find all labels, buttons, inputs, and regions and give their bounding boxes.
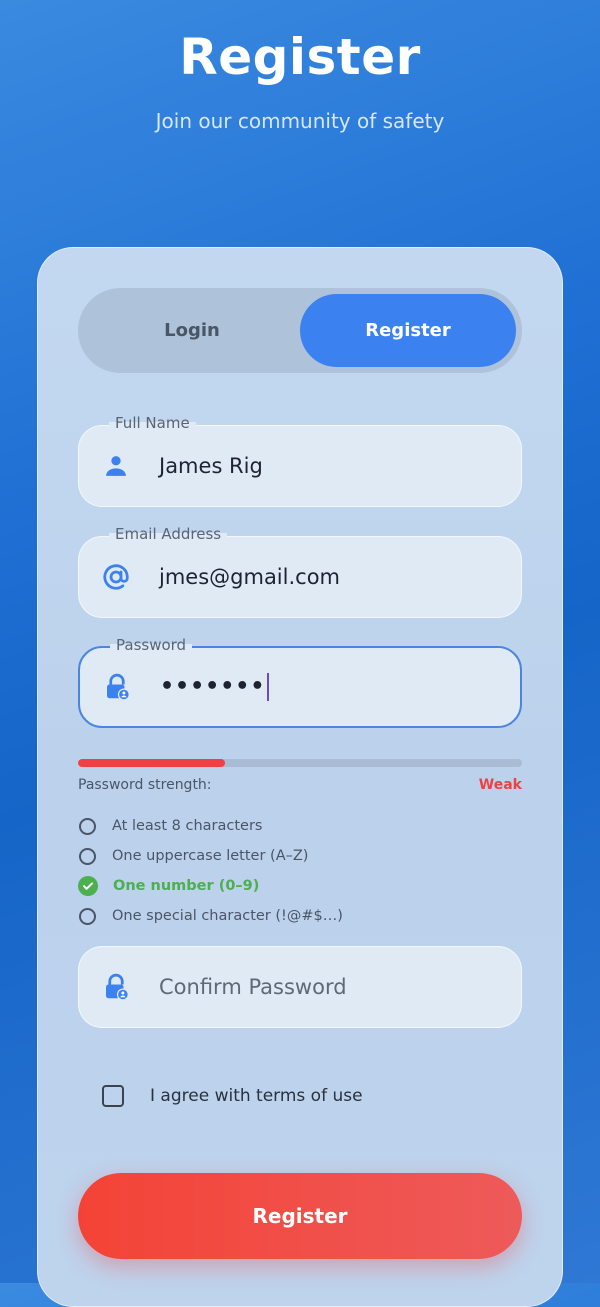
text-caret (267, 673, 270, 701)
check-circle-icon (78, 876, 98, 896)
tab-login[interactable]: Login (84, 294, 300, 367)
lock-icon (102, 672, 132, 702)
at-icon (101, 562, 131, 592)
confirm-password-field[interactable]: Confirm Password (78, 946, 522, 1028)
terms-agreement[interactable]: I agree with terms of use (102, 1085, 363, 1107)
page-title: Register (179, 28, 421, 86)
full-name-value: James Rig (159, 454, 263, 478)
requirement-item: One number (0–9) (78, 875, 259, 897)
unchecked-circle-icon (79, 847, 96, 865)
terms-label: I agree with terms of use (150, 1086, 363, 1106)
password-field[interactable]: Password ••••••• (78, 636, 522, 728)
email-field[interactable]: Email Address jmes@gmail.com (78, 525, 522, 618)
email-value: jmes@gmail.com (159, 565, 341, 589)
terms-checkbox[interactable] (102, 1085, 124, 1107)
requirement-label: One number (0–9) (113, 878, 260, 894)
register-submit-button[interactable]: Register (78, 1173, 522, 1259)
requirement-item: One special character (!@#$…) (78, 905, 343, 927)
requirement-item: At least 8 characters (78, 815, 262, 837)
email-label: Email Address (109, 525, 228, 543)
password-strength-fill (78, 759, 225, 767)
password-strength-value: Weak (478, 777, 522, 793)
requirement-label: At least 8 characters (112, 818, 263, 834)
tab-register[interactable]: Register (300, 294, 516, 367)
person-icon (101, 451, 131, 481)
auth-tab-switch: Login Register (78, 288, 522, 373)
password-strength-label: Password strength: (78, 777, 212, 793)
requirement-item: One uppercase letter (A–Z) (78, 845, 308, 867)
password-value: ••••••• (160, 673, 270, 701)
unchecked-circle-icon (79, 817, 96, 835)
lock-icon (101, 972, 131, 1002)
page-subtitle: Join our community of safety (155, 109, 445, 133)
confirm-password-placeholder: Confirm Password (159, 975, 347, 999)
full-name-field[interactable]: Full Name James Rig (78, 414, 522, 507)
unchecked-circle-icon (79, 907, 96, 925)
full-name-label: Full Name (109, 414, 196, 432)
password-strength-bar (78, 759, 522, 767)
requirement-label: One uppercase letter (A–Z) (112, 848, 309, 864)
password-dots: ••••••• (160, 674, 266, 699)
password-label: Password (110, 636, 193, 654)
requirement-label: One special character (!@#$…) (112, 908, 343, 924)
